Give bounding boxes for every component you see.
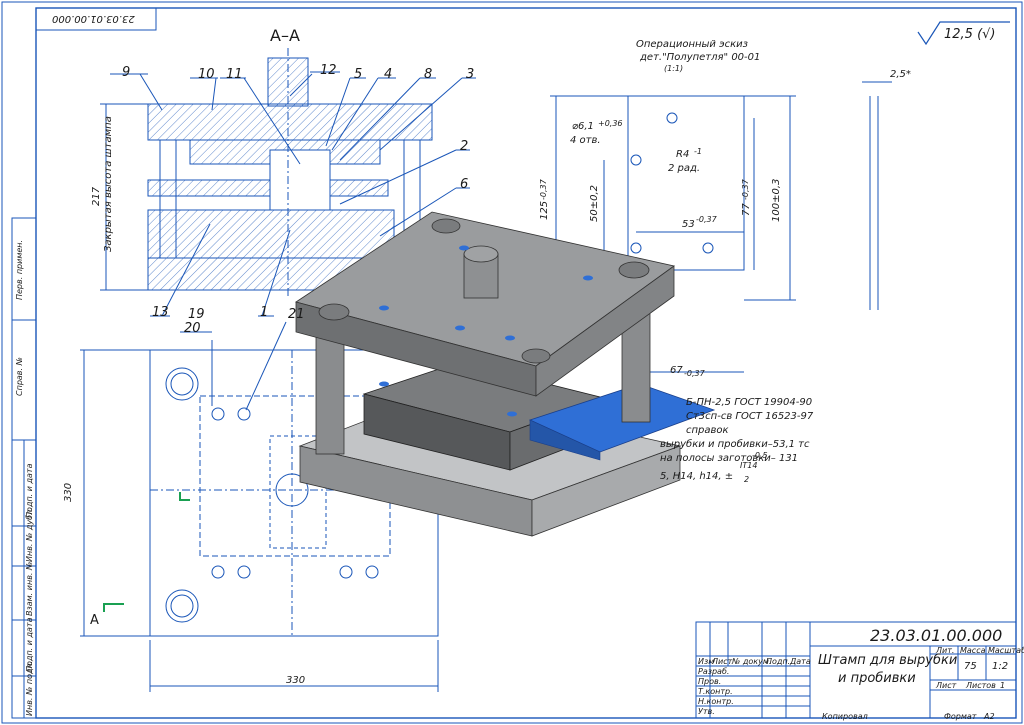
screw-hole	[459, 245, 469, 251]
part-number: 19	[188, 307, 205, 322]
col-list: Лист	[712, 657, 733, 666]
scale-value: 1:2	[992, 661, 1009, 672]
copied-label: Копировал	[822, 712, 868, 721]
sketch-part: дет."Полупетля" 00-01	[640, 52, 761, 63]
screw-hole	[505, 335, 515, 341]
format-value: A2	[984, 712, 995, 721]
bushing-front	[521, 348, 551, 364]
closed-height-label: Закрытая высота штампа	[103, 116, 114, 252]
dim-77-tol: -0,37	[741, 179, 750, 200]
side-label: Взам. инв. №	[25, 561, 34, 616]
dim-hole-dia: ⌀6,1	[572, 121, 594, 132]
side-label: Инв. № дубл.	[25, 507, 34, 562]
part-number: 1	[260, 305, 269, 320]
part-number: 10	[198, 67, 215, 82]
guide-pillar-left	[315, 333, 345, 455]
part-number: 9	[122, 65, 131, 80]
screw-hole	[379, 381, 389, 387]
dim-125-tol: -0,37	[539, 179, 548, 200]
note-it: IT14	[740, 461, 758, 470]
bushing-right	[618, 261, 650, 279]
section-label: A–A	[270, 26, 300, 45]
title-name-line2: и пробивки	[838, 671, 916, 686]
note-line: справок	[686, 425, 729, 436]
dim-67: 67	[670, 365, 683, 376]
sheets-label: Листов	[966, 681, 996, 690]
screw-hole	[379, 305, 389, 311]
row-utv: Утв.	[698, 707, 715, 716]
part-number: 2	[460, 139, 469, 154]
sketch-title: Операционный эскиз	[636, 39, 748, 50]
col-date: Дата	[790, 657, 811, 666]
part-number: 11	[226, 67, 243, 82]
dim-330-horizontal: 330	[286, 675, 306, 686]
part-number: 20	[184, 321, 201, 336]
row-tkontr: Т.контр.	[698, 687, 733, 696]
dim-100: 100±0,3	[771, 178, 782, 222]
roughness-label: 12,5 (√)	[944, 27, 996, 42]
scale-label: Масштаб	[988, 646, 1024, 655]
die-3d-render	[295, 211, 716, 537]
sheets-value: 1	[1000, 681, 1006, 690]
section-marker: A	[90, 613, 99, 628]
note-line: Б-ПН-2,5 ГОСТ 19904-90	[686, 397, 813, 408]
row-prov: Пров.	[698, 677, 722, 686]
side-label: Справ. №	[15, 357, 24, 396]
note-line: 5, H14, h14, ±	[660, 471, 734, 482]
lit-label: Лит.	[936, 646, 955, 655]
title-name-line1: Штамп для вырубки	[818, 653, 958, 668]
dim-217: 217	[91, 186, 102, 206]
dim-330-vertical: 330	[63, 482, 74, 502]
dim-53-tol: -0,37	[696, 215, 717, 224]
part-number: 4	[384, 67, 393, 82]
screw-hole	[583, 275, 593, 281]
note-it-den: 2	[744, 475, 750, 484]
dim-125: 125	[539, 200, 550, 220]
note-tol: -0,5	[752, 451, 768, 460]
dim-50: 50±0,2	[589, 184, 600, 222]
part-number: 5	[354, 67, 363, 82]
mass-label: Масса	[960, 646, 986, 655]
note-line: на полосы заготовки– 131	[660, 453, 799, 464]
dim-67-tol: -0,37	[684, 369, 705, 378]
title-doc-number: 23.03.01.00.000	[870, 626, 1003, 645]
doc-number-flipped: 23.03.01.00.000	[52, 13, 135, 24]
drawing-sheet	[1, 1, 1023, 724]
dim-radius-count: 2 рад.	[668, 163, 701, 174]
dim-radius: R4	[676, 149, 690, 160]
part-number: 21	[288, 307, 305, 322]
dim-77: 77	[741, 203, 752, 216]
part-number: 3	[466, 67, 475, 82]
shank-top	[463, 245, 499, 263]
dim-holes-count: 4 отв.	[570, 135, 601, 146]
dim-53: 53	[682, 219, 695, 230]
note-line: Ст3сп-св ГОСТ 16523-97	[686, 411, 814, 422]
bushing-back	[431, 218, 461, 234]
row-razrab: Разраб.	[698, 667, 730, 676]
part-number: 6	[460, 177, 469, 192]
note-line: вырубки и пробивки–53,1 тс	[660, 439, 810, 450]
dim-thickness: 2,5*	[890, 69, 911, 80]
dim-radius-tol: -1	[694, 147, 702, 156]
side-label: Инв. № подл.	[25, 660, 34, 716]
bushing-left	[318, 303, 350, 321]
dim-hole-dia-tol: +0,36	[598, 119, 623, 128]
part-number: 12	[320, 63, 337, 78]
part-number: 8	[424, 67, 433, 82]
sketch-scale: (1:1)	[664, 64, 684, 73]
sheet-label: Лист	[936, 681, 957, 690]
mass-value: 75	[964, 661, 977, 672]
format-label: Формат	[944, 712, 977, 721]
row-nkontr: Н.контр.	[698, 697, 734, 706]
plan-view	[80, 321, 439, 692]
col-sign: Подп.	[766, 657, 791, 666]
screw-hole	[455, 325, 465, 331]
part-number: 13	[152, 305, 169, 320]
side-label: Перв. примен.	[15, 239, 24, 300]
screw-hole	[507, 411, 517, 417]
